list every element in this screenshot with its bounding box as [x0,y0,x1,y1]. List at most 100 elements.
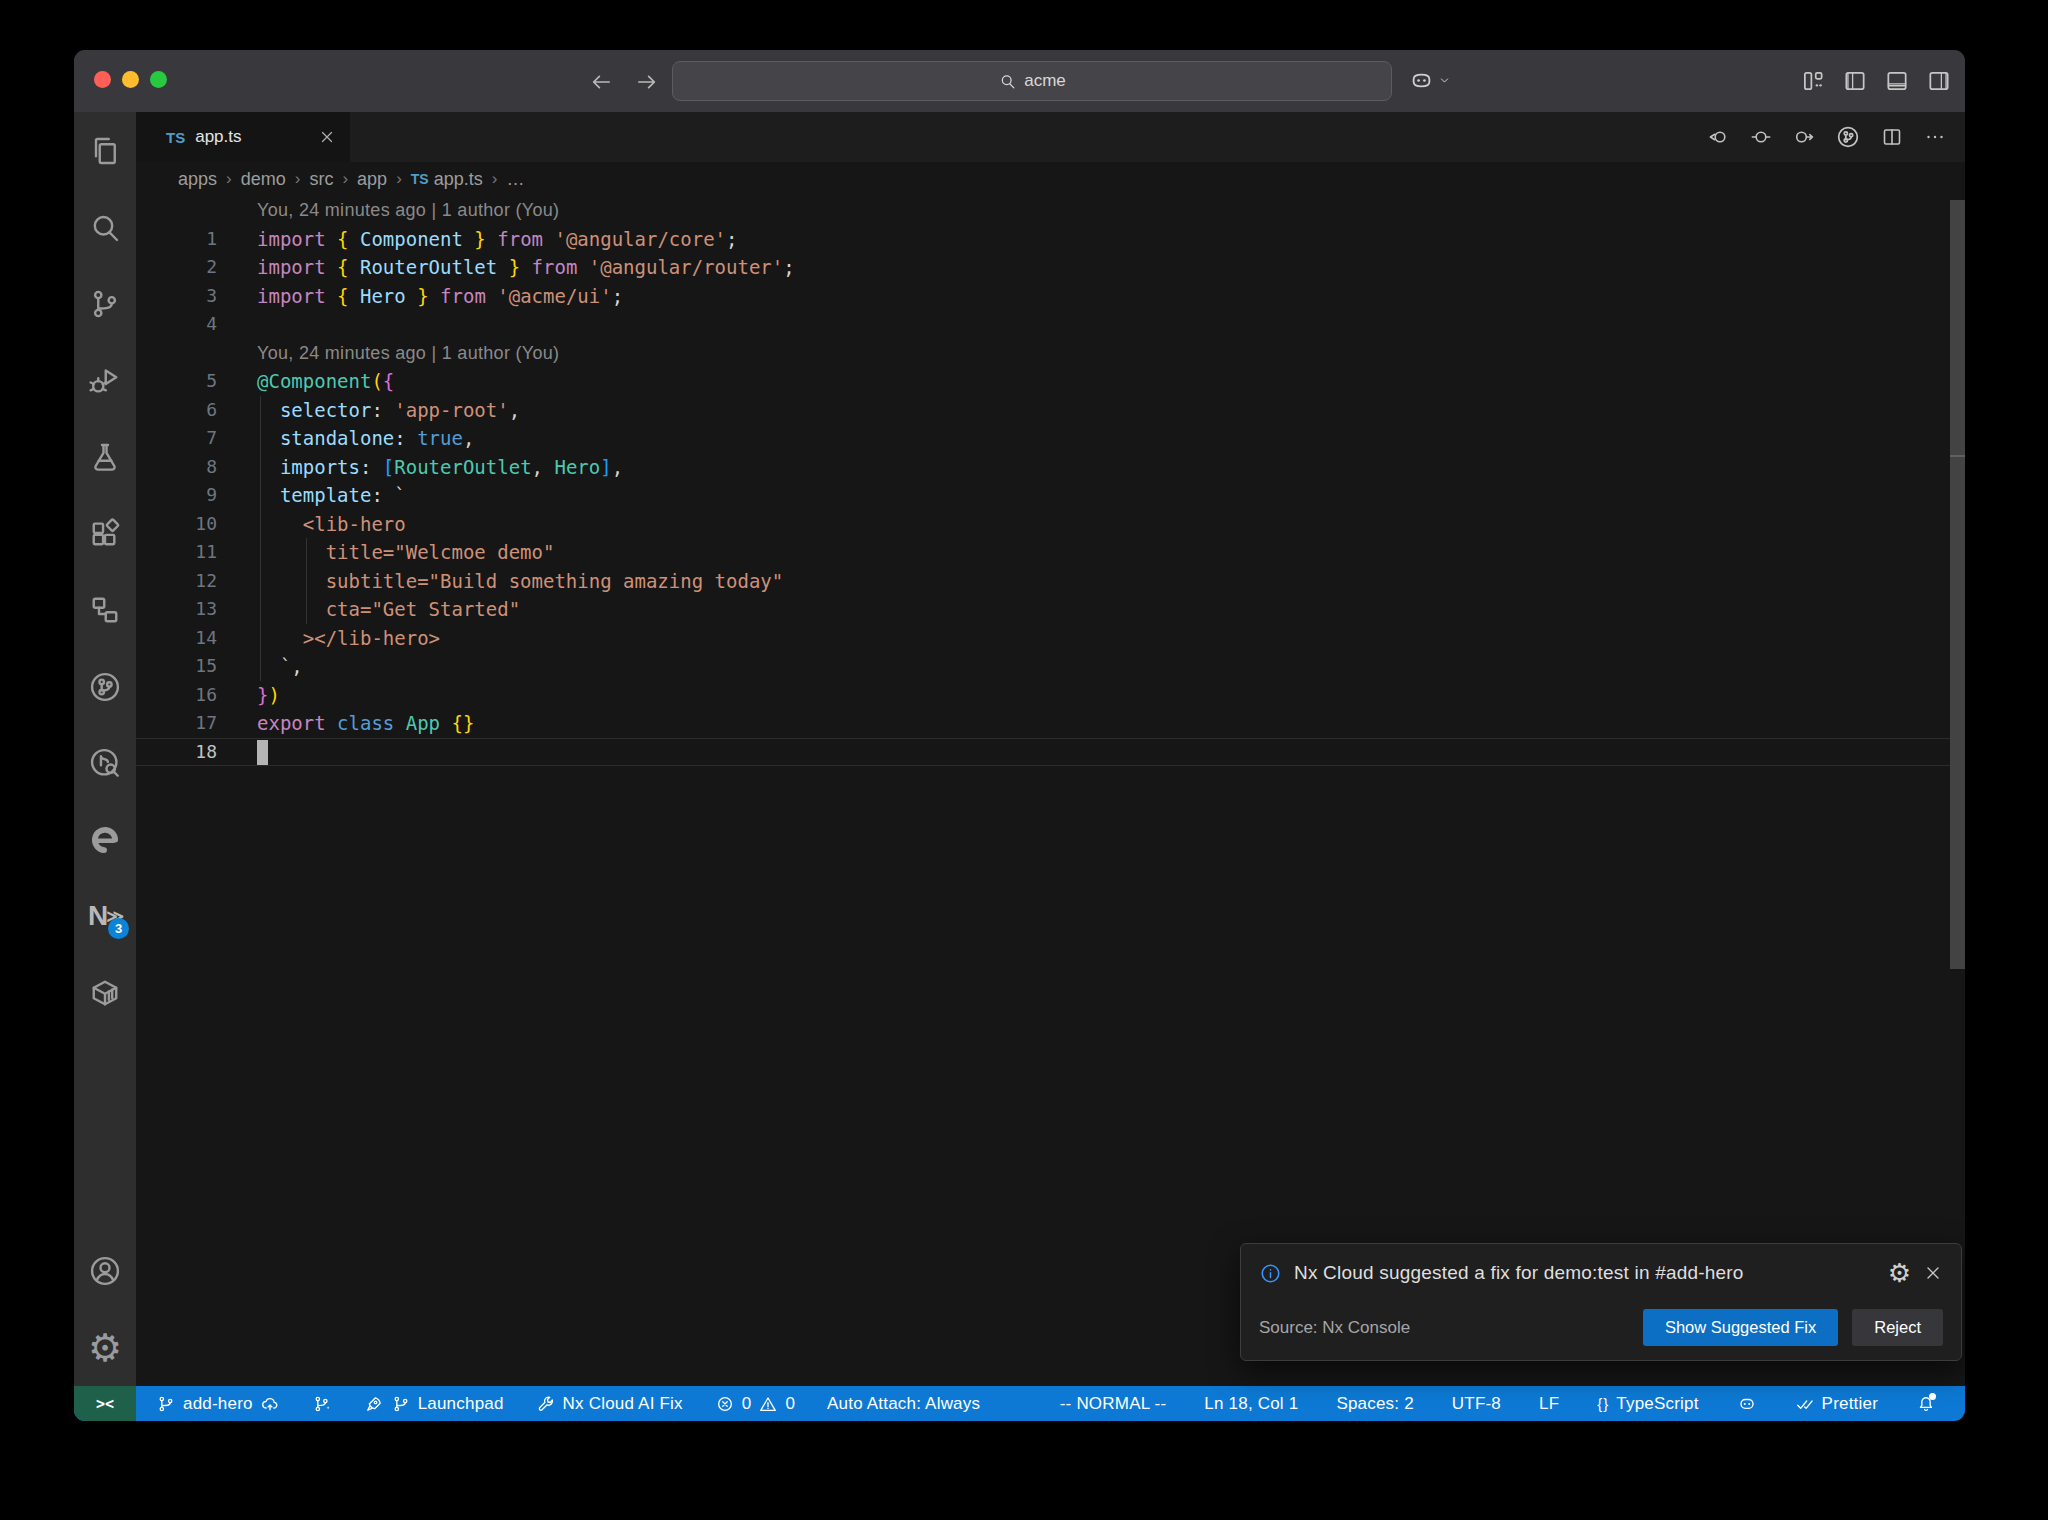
command-center-search[interactable]: acme [672,61,1392,101]
more-actions-icon[interactable] [1923,125,1947,149]
breadcrumb-separator: › [295,169,301,189]
customize-layout-icon[interactable] [1800,68,1826,94]
activity-bar-item-boxes-icon[interactable] [74,572,136,649]
info-icon [1259,1262,1282,1285]
close-window-button[interactable] [94,71,111,88]
activity-bar-item-circle-branch-search-icon[interactable] [74,725,136,802]
status-notifications-bell[interactable] [1897,1386,1955,1421]
line-number: 10 [136,510,217,539]
navigate-forward-icon[interactable] [634,69,660,95]
editor-scrollbar[interactable] [1950,200,1965,969]
activity-bar-item-edge-icon[interactable] [74,802,136,879]
tab-app-ts[interactable]: TS app.ts [136,112,350,162]
remote-indicator[interactable]: >< [74,1386,136,1421]
line-number: 5 [136,367,217,396]
show-suggested-fix-button[interactable]: Show Suggested Fix [1643,1309,1838,1346]
status-nx-cloud-ai-fix[interactable]: Nx Cloud AI Fix [520,1386,699,1421]
typescript-file-icon: TS [166,129,185,146]
activity-bar-item-circle-branch-icon[interactable] [74,649,136,726]
status-auto-attach[interactable]: Auto Attach: Always [811,1386,996,1421]
minimize-window-button[interactable] [122,71,139,88]
breadcrumb-separator: › [226,169,232,189]
status-problems[interactable]: 00 [699,1386,811,1421]
line-number: 7 [136,424,217,453]
braces-icon: {} [1597,1395,1609,1412]
code-line-5: 5@Component({ [136,367,1965,396]
breadcrumb-item[interactable]: TSapp.ts [411,169,483,190]
line-number: 2 [136,253,217,282]
close-tab-icon[interactable] [318,128,336,146]
split-editor-icon[interactable] [1880,125,1904,149]
line-number: 15 [136,652,217,681]
code-line-1: 1import { Component } from '@angular/cor… [136,225,1965,254]
warn-icon [758,1394,778,1414]
copilot-icon[interactable] [1408,67,1435,94]
circle-forward-icon[interactable] [1792,125,1816,149]
activity-bar-item-container-icon[interactable] [74,955,136,1032]
breadcrumb-separator: › [492,169,498,189]
navigate-back-icon[interactable] [588,69,614,95]
activity-bar-item-beaker-icon[interactable] [74,419,136,496]
status-formatter[interactable]: Prettier [1776,1386,1897,1421]
code-line-12: 12 subtitle="Build something amazing tod… [136,567,1965,596]
notification-toast: Nx Cloud suggested a fix for demo:test i… [1240,1243,1962,1361]
status-encoding[interactable]: UTF-8 [1433,1386,1520,1421]
search-icon [998,72,1017,91]
status-cursor-position[interactable]: Ln 18, Col 1 [1185,1386,1317,1421]
status-language-mode[interactable]: {}TypeScript [1578,1386,1717,1421]
code-line-15: 15 `, [136,652,1965,681]
activity-bar-item-nx-icon[interactable]: N≫3 [74,878,136,955]
toggle-panel-icon[interactable] [1884,68,1910,94]
vscode-window: acme N≫3 ⚙ TS app.ts [74,50,1965,1421]
line-number: 1 [136,225,217,254]
titlebar: acme [74,50,1965,112]
notification-settings-gear-icon[interactable]: ⚙ [1888,1260,1911,1286]
status-eol[interactable]: LF [1520,1386,1578,1421]
code-line-14: 14 ></lib-hero> [136,624,1965,653]
breadcrumb-item[interactable]: apps [178,169,217,190]
notification-close-icon[interactable] [1923,1263,1943,1283]
run-target-icon[interactable] [1835,124,1861,150]
activity-bar-item-gear-icon[interactable]: ⚙ [74,1310,136,1387]
zoom-window-button[interactable] [150,71,167,88]
toggle-sidebar-icon[interactable] [1842,68,1868,94]
error-icon [715,1394,735,1414]
chevron-down-icon[interactable] [1437,73,1452,88]
activity-bar-item-debug-icon[interactable] [74,343,136,420]
status-bar: ><add-hero LaunchpadNx Cloud AI Fix00Auto… [74,1386,1965,1421]
activity-bar-item-account-icon[interactable] [74,1233,136,1310]
toggle-secondary-sidebar-icon[interactable] [1926,68,1952,94]
status-launchpad[interactable]: Launchpad [348,1386,520,1421]
window-controls [94,71,167,88]
search-value: acme [1024,71,1066,91]
status-copilot-status[interactable] [1718,1386,1776,1421]
status-git-branch[interactable]: add-hero [140,1386,296,1421]
code-editor[interactable]: You, 24 minutes ago | 1 author (You)1imp… [136,196,1965,1386]
reject-button[interactable]: Reject [1852,1309,1943,1346]
line-number: 17 [136,709,217,738]
branch2-icon [312,1394,332,1414]
breadcrumb-item[interactable]: app [357,169,387,190]
status-vim-mode[interactable]: -- NORMAL -- [1041,1386,1186,1421]
line-number: 6 [136,396,217,425]
status-indentation[interactable]: Spaces: 2 [1317,1386,1432,1421]
line-number: 12 [136,567,217,596]
nav-back-circle-icon[interactable] [1706,125,1730,149]
line-number: 11 [136,538,217,567]
breadcrumb-item[interactable]: … [506,169,524,190]
breadcrumb-item[interactable]: src [309,169,333,190]
activity-bar-item-files-icon[interactable] [74,113,136,190]
breadcrumb-separator: › [342,169,348,189]
breadcrumbs: apps›demo›src›app›TSapp.ts›… [136,162,1965,196]
status-source-control-graph[interactable] [296,1386,348,1421]
tab-label: app.ts [195,127,241,147]
activity-bar-item-search-icon[interactable] [74,190,136,267]
line-number: 4 [136,310,217,339]
activity-bar-item-source-control-icon[interactable] [74,266,136,343]
code-line-6: 6 selector: 'app-root', [136,396,1965,425]
activity-bar-item-extensions-icon[interactable] [74,496,136,573]
line-number: 9 [136,481,217,510]
branch-icon [156,1394,176,1414]
breadcrumb-item[interactable]: demo [241,169,286,190]
circle-dash-icon[interactable] [1749,125,1773,149]
